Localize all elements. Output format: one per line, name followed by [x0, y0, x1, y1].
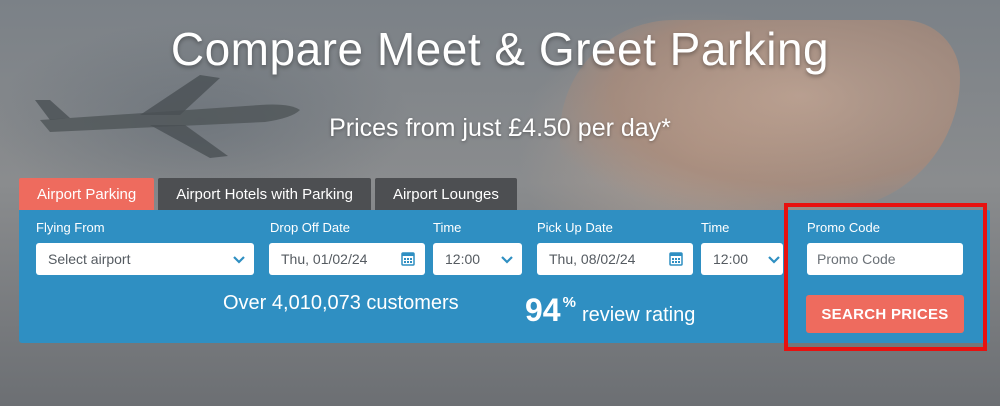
search-prices-button[interactable]: SEARCH PRICES — [806, 295, 964, 333]
chevron-down-icon — [768, 256, 780, 264]
tab-airport-hotels[interactable]: Airport Hotels with Parking — [158, 178, 371, 211]
rating-value: 94 — [525, 292, 561, 328]
rating-stat: 94 % review rating — [525, 292, 695, 329]
flying-from-value: Select airport — [48, 251, 131, 267]
page-title: Compare Meet & Greet Parking — [170, 23, 830, 75]
customers-stat: Over 4,010,073 customers — [223, 292, 459, 314]
flying-from-label: Flying From — [36, 220, 105, 235]
rating-unit: % — [562, 294, 576, 311]
promo-code-input[interactable] — [807, 243, 963, 275]
drop-off-time-label: Time — [433, 220, 462, 235]
tab-airport-parking[interactable]: Airport Parking — [19, 178, 155, 211]
drop-off-date-label: Drop Off Date — [270, 220, 350, 235]
drop-off-date-input[interactable]: Thu, 01/02/24 — [269, 243, 425, 275]
flying-from-select[interactable]: Select airport — [36, 243, 254, 275]
search-tabs: Airport Parking Airport Hotels with Park… — [19, 178, 517, 211]
calendar-icon — [669, 252, 683, 266]
pick-up-time-select[interactable]: 12:00 — [701, 243, 783, 275]
pick-up-date-value: Thu, 08/02/24 — [549, 251, 636, 267]
drop-off-time-select[interactable]: 12:00 — [433, 243, 522, 275]
pick-up-date-label: Pick Up Date — [537, 220, 613, 235]
rating-text: review rating — [581, 304, 696, 326]
chevron-down-icon — [501, 256, 513, 264]
drop-off-time-value: 12:00 — [445, 251, 481, 267]
price-subtitle: Prices from just £4.50 per day* — [329, 114, 671, 142]
drop-off-date-value: Thu, 01/02/24 — [281, 251, 368, 267]
promo-code-label: Promo Code — [807, 220, 880, 235]
tab-airport-lounges[interactable]: Airport Lounges — [374, 178, 517, 211]
calendar-icon — [401, 252, 415, 266]
chevron-down-icon — [233, 256, 245, 264]
pick-up-time-label: Time — [701, 220, 730, 235]
pick-up-date-input[interactable]: Thu, 08/02/24 — [537, 243, 693, 275]
pick-up-time-value: 12:00 — [713, 251, 749, 267]
